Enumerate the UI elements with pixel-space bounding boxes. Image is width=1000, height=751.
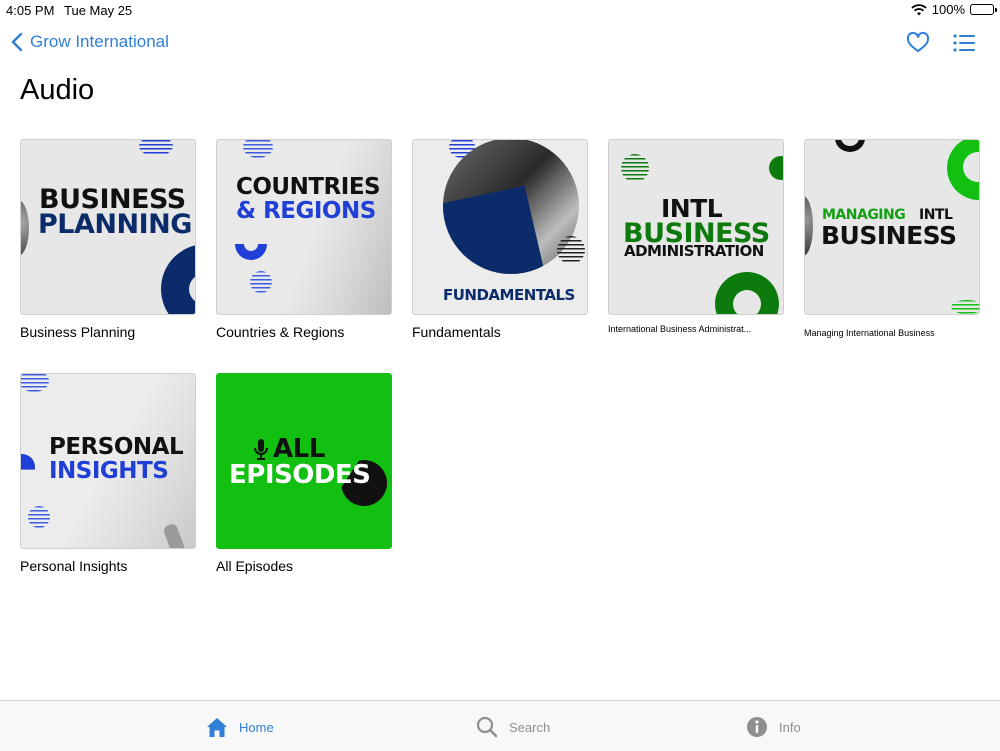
tile-label: Countries & Regions	[216, 324, 345, 340]
tile-countries-regions[interactable]: COUNTRIES & REGIONS Countries & Regions	[216, 139, 392, 340]
tab-home-label: Home	[239, 719, 274, 735]
status-time: 4:05 PM	[6, 3, 55, 18]
tile-label: Personal Insights	[20, 558, 128, 574]
chevron-left-icon	[11, 32, 23, 52]
tab-info[interactable]: Info	[745, 715, 801, 739]
list-icon[interactable]	[952, 31, 976, 55]
tab-search-label: Search	[509, 719, 551, 735]
battery-percent: 100%	[931, 2, 965, 17]
tab-search[interactable]: Search	[475, 715, 550, 739]
artwork-countries-regions: COUNTRIES & REGIONS	[216, 139, 392, 315]
tile-label: Fundamentals	[412, 324, 501, 340]
status-date: Tue May 25	[64, 3, 133, 18]
back-label: Grow International	[30, 32, 169, 51]
tab-info-label: Info	[779, 719, 801, 735]
magnifier-icon	[476, 716, 498, 738]
tile-all-episodes[interactable]: ALL EPISODES All Episodes	[216, 373, 392, 574]
artwork-business-planning: BUSINESS PLANNING	[20, 139, 196, 315]
tile-personal-insights[interactable]: PERSONAL INSIGHTS Personal Insights	[20, 373, 196, 574]
page-title: Audio	[20, 74, 95, 106]
heart-icon[interactable]	[906, 31, 930, 55]
artwork-fundamentals: FUNDAMENTALS	[412, 139, 588, 315]
tab-bar: Home Search Info	[0, 700, 1000, 751]
tile-label: Business Planning	[20, 324, 136, 340]
back-button[interactable]: Grow International	[10, 32, 169, 52]
tile-business-planning[interactable]: BUSINESS PLANNING Business Planning	[20, 139, 196, 340]
tile-label: All Episodes	[216, 558, 294, 574]
battery-icon	[970, 4, 997, 15]
house-icon	[207, 718, 227, 737]
status-bar: 4:05 PM Tue May 25 100%	[0, 0, 1000, 20]
info-icon	[747, 717, 767, 737]
navigation-bar: Grow International	[0, 28, 1000, 62]
wifi-icon	[911, 3, 927, 15]
tab-home[interactable]: Home	[205, 715, 274, 739]
artwork-personal-insights: PERSONAL INSIGHTS	[20, 373, 196, 549]
artwork-all-episodes: ALL EPISODES	[216, 373, 392, 549]
artwork-intl-business-administration: INTL BUSINESS ADMINISTRATION	[608, 139, 784, 315]
tile-managing-international-business[interactable]: MANAGING INTL BUSINESS Managing Internat…	[804, 139, 980, 338]
microphone-icon	[254, 439, 268, 460]
status-right: 100%	[911, 2, 997, 17]
tile-intl-business-administration[interactable]: INTL BUSINESS ADMINISTRATION Internation…	[608, 139, 784, 334]
tile-label: Managing International Business	[804, 328, 935, 338]
tile-label: International Business Administrat...	[608, 324, 752, 334]
tile-fundamentals[interactable]: FUNDAMENTALS Fundamentals	[412, 139, 588, 340]
artwork-managing-international-business: MANAGING INTL BUSINESS	[804, 139, 980, 315]
